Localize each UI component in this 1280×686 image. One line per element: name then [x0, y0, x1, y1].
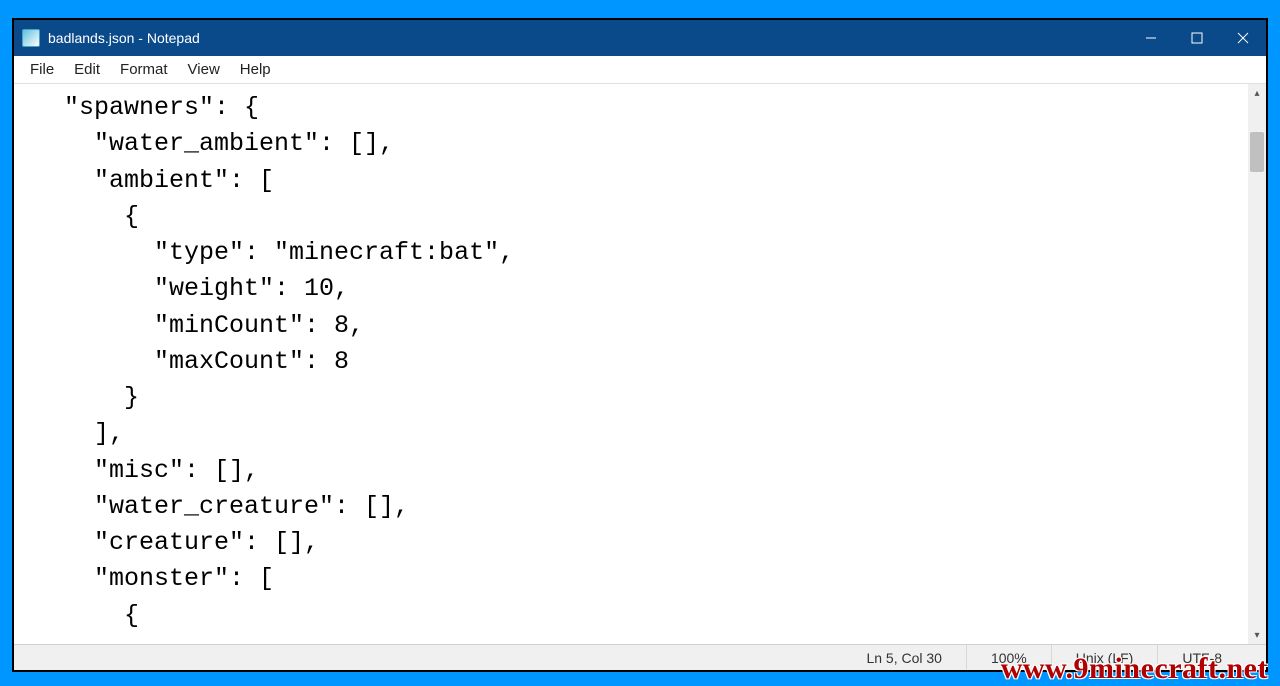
menu-help[interactable]: Help — [230, 57, 281, 82]
scrollbar-down-button[interactable]: ▾ — [1248, 626, 1266, 644]
scrollbar-vertical[interactable]: ▴ ▾ — [1248, 84, 1266, 644]
notepad-icon — [22, 29, 40, 47]
menu-edit[interactable]: Edit — [64, 57, 110, 82]
close-icon — [1237, 32, 1249, 44]
scrollbar-up-button[interactable]: ▴ — [1248, 84, 1266, 102]
menu-view[interactable]: View — [178, 57, 230, 82]
close-button[interactable] — [1220, 20, 1266, 56]
maximize-icon — [1191, 32, 1203, 44]
editor-content[interactable]: "spawners": { "water_ambient": [], "ambi… — [14, 84, 1248, 644]
titlebar-left: badlands.json - Notepad — [22, 29, 200, 47]
watermark: www.9minecraft.net — [1001, 652, 1268, 686]
notepad-window: badlands.json - Notepad File Edit Format… — [12, 18, 1268, 672]
status-position: Ln 5, Col 30 — [842, 645, 966, 670]
titlebar: badlands.json - Notepad — [14, 20, 1266, 56]
menubar: File Edit Format View Help — [14, 56, 1266, 84]
menu-format[interactable]: Format — [110, 57, 178, 82]
window-title: badlands.json - Notepad — [48, 30, 200, 46]
editor-area: "spawners": { "water_ambient": [], "ambi… — [14, 84, 1266, 644]
menu-file[interactable]: File — [20, 57, 64, 82]
minimize-button[interactable] — [1128, 20, 1174, 56]
window-controls — [1128, 20, 1266, 56]
minimize-icon — [1145, 32, 1157, 44]
scrollbar-thumb[interactable] — [1250, 132, 1264, 172]
chevron-down-icon: ▾ — [1254, 630, 1259, 641]
chevron-up-icon: ▴ — [1254, 88, 1259, 99]
maximize-button[interactable] — [1174, 20, 1220, 56]
